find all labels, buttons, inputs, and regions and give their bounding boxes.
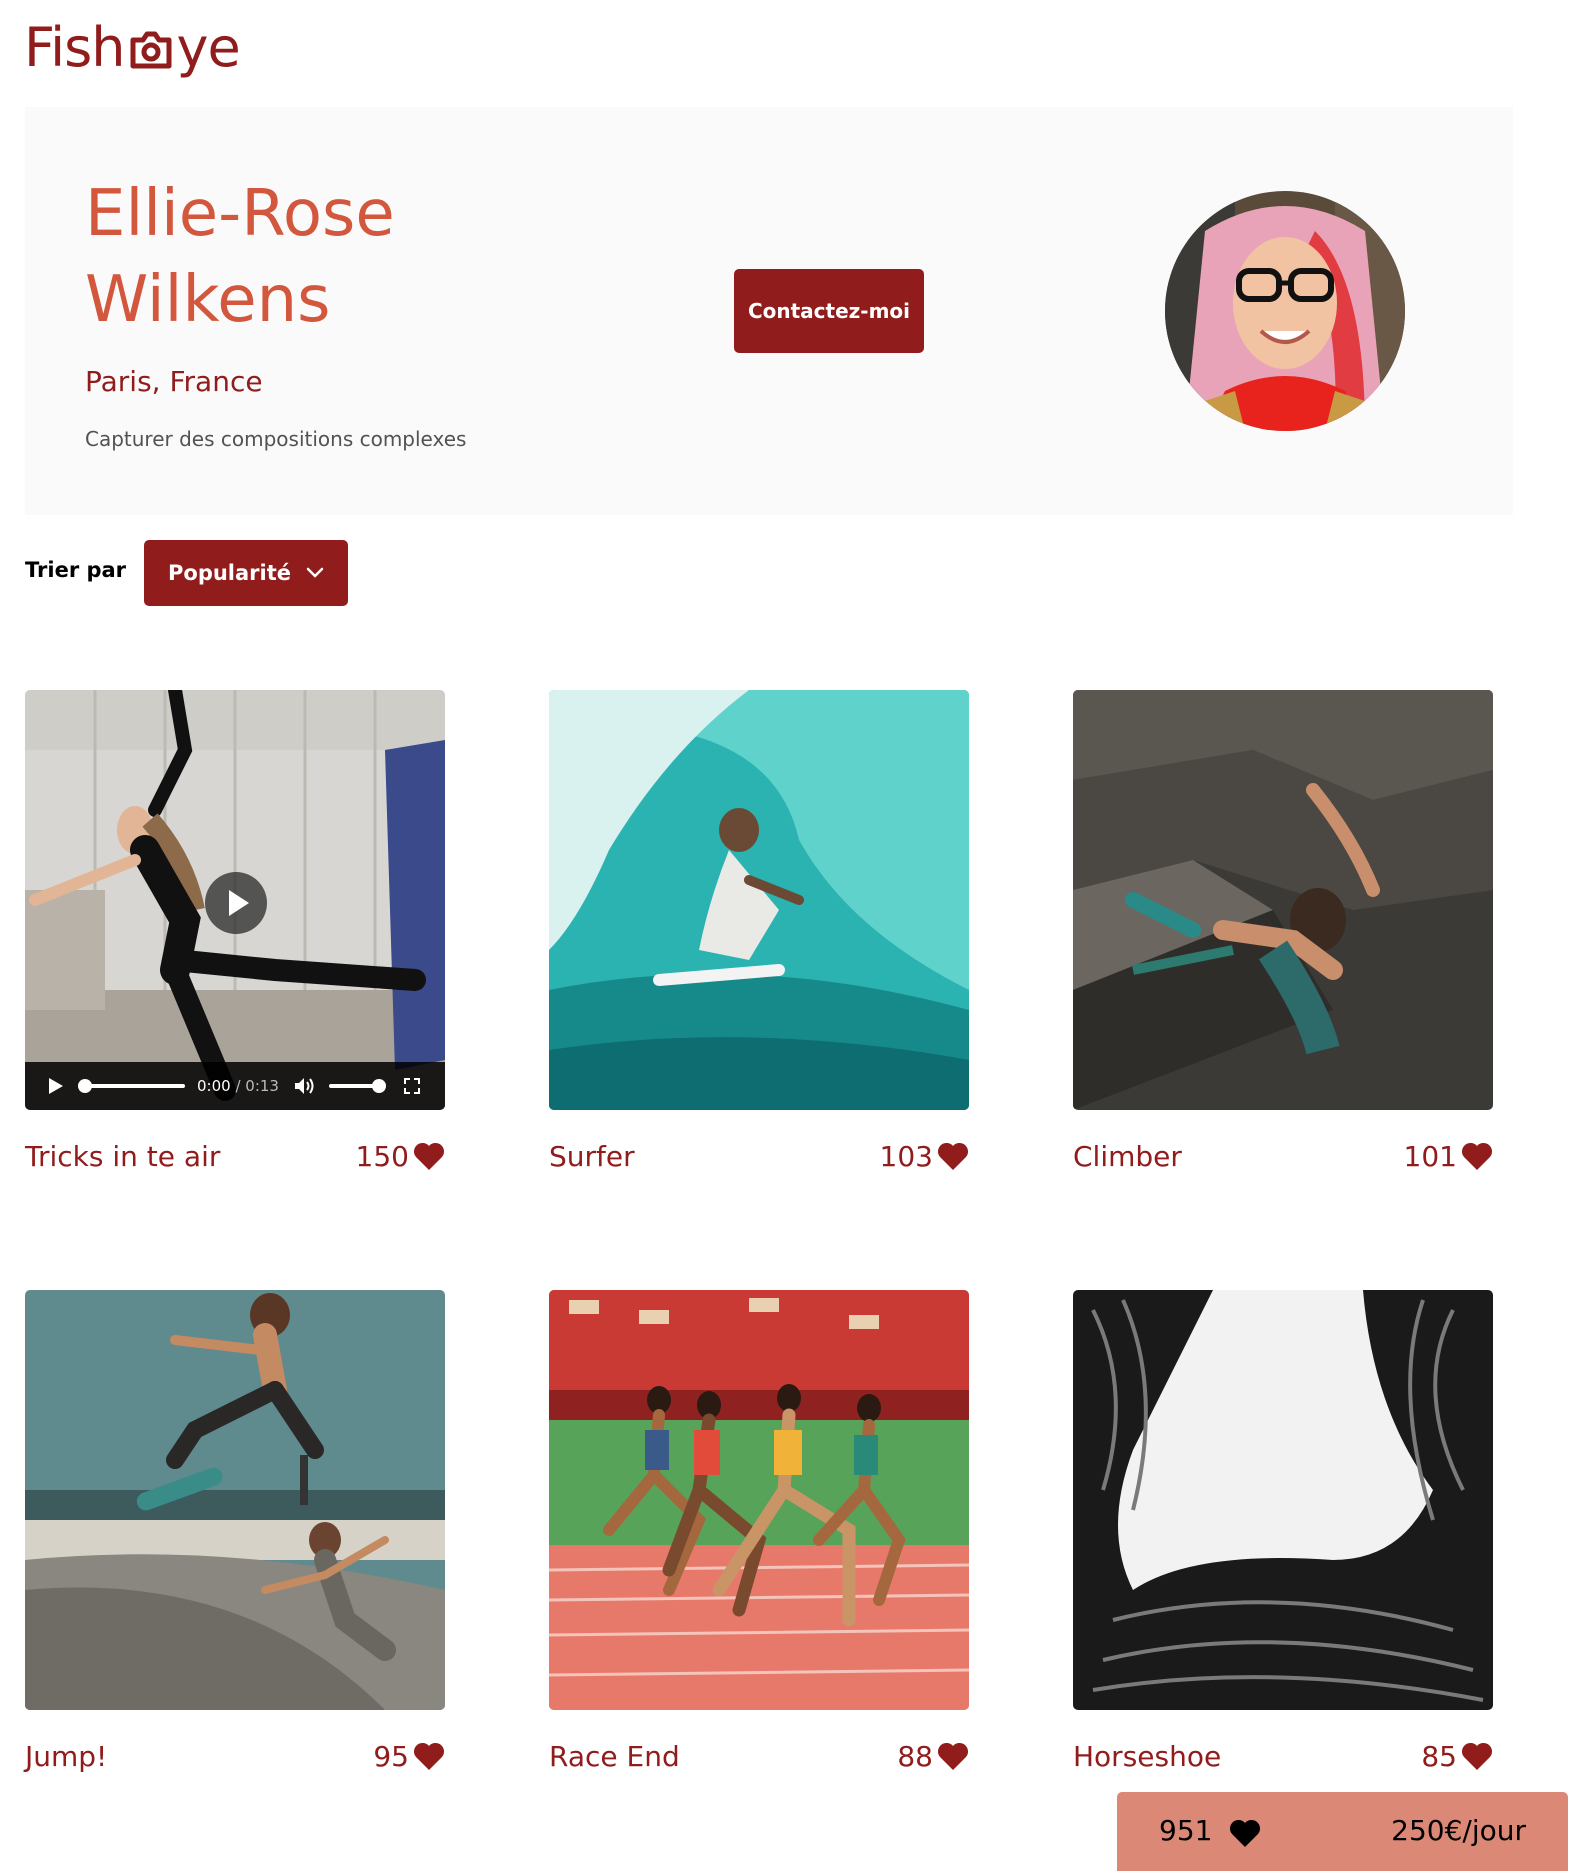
- heart-icon: [1229, 1819, 1261, 1847]
- fullscreen-icon[interactable]: [403, 1077, 421, 1095]
- sort-dropdown[interactable]: Popularité: [144, 540, 348, 606]
- media-meta: Tricks in te air 150: [25, 1136, 445, 1176]
- video-time-separator: /: [230, 1077, 246, 1095]
- media-likes: 85: [1421, 1740, 1493, 1773]
- heart-icon[interactable]: [413, 1741, 445, 1771]
- media-card: Horseshoe 85: [1073, 1290, 1493, 1773]
- sort-selected-value: Popularité: [168, 561, 292, 585]
- video-duration: 0:13: [245, 1077, 279, 1095]
- photographer-name: Ellie-Rose Wilkens: [85, 177, 395, 337]
- logo-text-right: ye: [176, 15, 241, 79]
- logo-text-left: Fish: [24, 15, 125, 79]
- like-count: 101: [1403, 1139, 1457, 1173]
- sort-label: Trier par: [25, 558, 127, 582]
- media-likes: 88: [897, 1740, 969, 1773]
- photographer-location: Paris, France: [85, 365, 263, 398]
- media-likes: 95: [373, 1740, 445, 1773]
- photographer-tagline: Capturer des compositions complexes: [85, 427, 467, 451]
- heart-icon[interactable]: [413, 1141, 445, 1171]
- media-meta: Surfer 103: [549, 1136, 969, 1176]
- like-count: 150: [355, 1139, 409, 1173]
- heart-icon[interactable]: [1461, 1141, 1493, 1171]
- media-image[interactable]: [1073, 690, 1493, 1110]
- heart-icon[interactable]: [937, 1741, 969, 1771]
- media-title: Surfer: [549, 1139, 635, 1173]
- media-image[interactable]: [549, 690, 969, 1110]
- like-count: 95: [373, 1739, 409, 1773]
- stats-bar: 951 250€/jour: [1117, 1792, 1568, 1871]
- media-image[interactable]: [549, 1290, 969, 1710]
- video-time: 0:00 / 0:13: [197, 1077, 279, 1095]
- media-title: Climber: [1073, 1139, 1182, 1173]
- volume-icon[interactable]: [293, 1076, 315, 1096]
- media-meta: Race End 88: [549, 1736, 969, 1776]
- video-controls: 0:00 / 0:13: [25, 1062, 445, 1110]
- contact-button[interactable]: Contactez-moi: [734, 269, 924, 353]
- media-title: Jump!: [25, 1739, 108, 1773]
- media-video[interactable]: 0:00 / 0:13: [25, 690, 445, 1110]
- video-current-time: 0:00: [197, 1077, 231, 1095]
- like-count: 88: [897, 1739, 933, 1773]
- like-count: 85: [1421, 1739, 1457, 1773]
- media-card: Climber 101: [1073, 690, 1493, 1173]
- heart-icon[interactable]: [1461, 1741, 1493, 1771]
- media-title: Tricks in te air: [25, 1139, 221, 1173]
- like-count: 103: [879, 1139, 933, 1173]
- fisheye-logo[interactable]: Fish ye: [24, 12, 241, 82]
- media-meta: Horseshoe 85: [1073, 1736, 1493, 1776]
- heart-icon[interactable]: [937, 1141, 969, 1171]
- media-card-video: 0:00 / 0:13 Tricks in te air 150: [25, 690, 445, 1173]
- photographer-header: Ellie-Rose Wilkens Paris, France Capture…: [25, 107, 1513, 515]
- progress-knob[interactable]: [78, 1079, 92, 1093]
- media-card: Surfer 103: [549, 690, 969, 1173]
- volume-knob[interactable]: [371, 1079, 386, 1093]
- video-overlay-play-button[interactable]: [205, 872, 267, 934]
- media-title: Horseshoe: [1073, 1739, 1222, 1773]
- photographer-avatar: [1165, 191, 1405, 431]
- volume-slider[interactable]: [328, 1079, 386, 1093]
- play-icon[interactable]: [45, 1076, 65, 1096]
- media-likes: 150: [356, 1140, 445, 1173]
- media-image[interactable]: [1073, 1290, 1493, 1710]
- media-likes: 103: [880, 1140, 969, 1173]
- media-card: Race End 88: [549, 1290, 969, 1773]
- media-image[interactable]: [25, 1290, 445, 1710]
- media-meta: Climber 101: [1073, 1136, 1493, 1176]
- media-likes: 101: [1404, 1140, 1493, 1173]
- camera-icon: [130, 31, 171, 69]
- chevron-down-icon: [306, 567, 324, 578]
- media-title: Race End: [549, 1739, 680, 1773]
- media-card: Jump! 95: [25, 1290, 445, 1773]
- total-likes: 951: [1159, 1814, 1213, 1847]
- video-progress-slider[interactable]: [78, 1079, 185, 1093]
- daily-price: 250€/jour: [1391, 1814, 1526, 1847]
- media-meta: Jump! 95: [25, 1736, 445, 1776]
